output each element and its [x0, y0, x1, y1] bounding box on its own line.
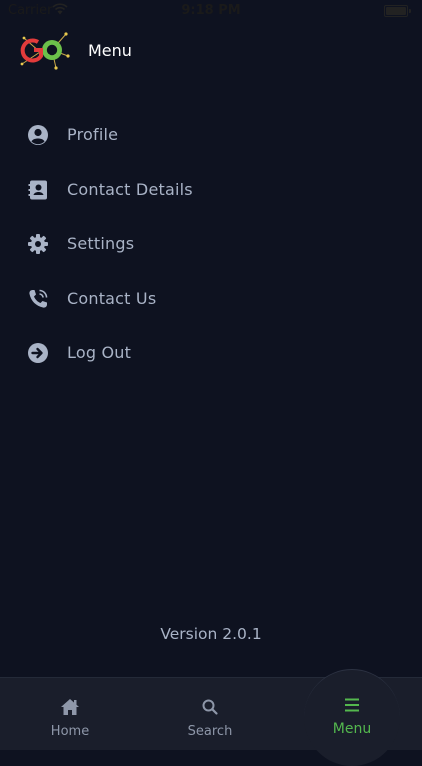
status-bar: Carrier 9:18 PM	[0, 0, 422, 22]
tab-label: Search	[187, 724, 233, 739]
tab-search[interactable]: Search	[140, 678, 280, 750]
tab-label: Home	[50, 724, 90, 739]
tab-bar: Home Search Menu	[0, 669, 422, 766]
menu-item-label: Settings	[67, 234, 135, 253]
menu-item-settings[interactable]: Settings	[0, 217, 422, 272]
menu-item-contact-us[interactable]: Contact Us	[0, 272, 422, 327]
menu-item-label: Log Out	[67, 343, 132, 362]
version-label: Version 2.0.1	[160, 625, 262, 643]
menu-item-profile[interactable]: Profile	[0, 108, 422, 163]
app-logo	[20, 32, 70, 70]
header: Menu	[0, 28, 422, 72]
phone-icon	[29, 289, 48, 308]
contact-card-icon	[28, 180, 47, 199]
menu-item-label: Contact Details	[67, 179, 193, 199]
profile-icon	[28, 125, 48, 145]
gear-icon	[28, 234, 48, 254]
menu-item-contact-details[interactable]: Contact Details	[0, 163, 422, 218]
tab-home[interactable]: Home	[0, 678, 140, 750]
logout-icon	[28, 343, 48, 363]
battery-icon	[384, 5, 411, 17]
menu-item-label: Contact Us	[67, 288, 157, 308]
search-icon	[202, 699, 218, 715]
menu-list: Profile Contact Details Settings Contact…	[0, 108, 422, 381]
menu-item-log-out[interactable]: Log Out	[0, 326, 422, 381]
tab-label: Menu	[332, 721, 372, 737]
page-title: Menu	[88, 41, 132, 60]
menu-item-label: Profile	[67, 125, 119, 144]
home-icon	[61, 699, 79, 715]
tab-menu[interactable]: Menu	[282, 678, 422, 750]
menu-icon	[345, 698, 359, 712]
clock: 9:18 PM	[181, 3, 241, 18]
